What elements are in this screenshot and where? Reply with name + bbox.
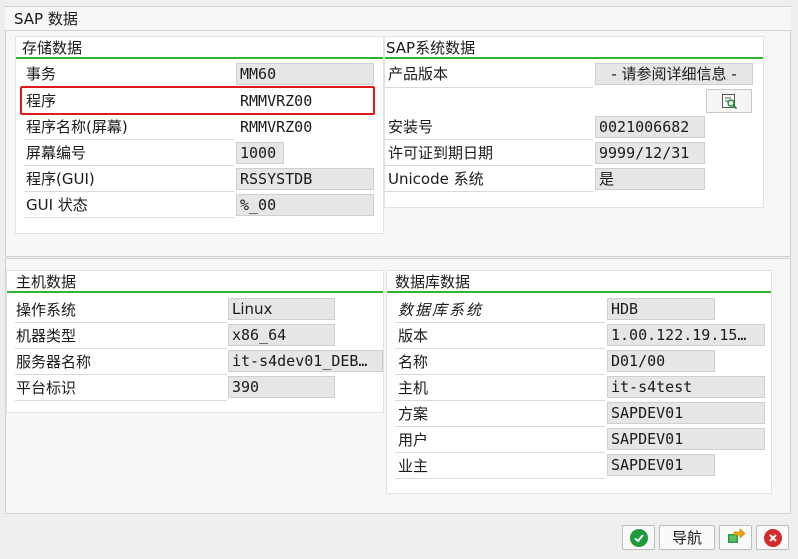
row-divider [15, 374, 227, 375]
installation-number-field[interactable]: 0021006682 [595, 116, 705, 138]
row-divider [395, 400, 605, 401]
cancel-button[interactable] [756, 525, 789, 550]
row-divider [395, 478, 605, 479]
server-name-label: 服务器名称 [16, 353, 92, 371]
transaction-label: 事务 [26, 65, 57, 83]
db-version-label: 版本 [398, 327, 429, 345]
row-divider [395, 426, 605, 427]
navigate-button-label: 导航 [671, 529, 702, 547]
program-gui-label: 程序(GUI) [26, 170, 95, 188]
gui-status-label: GUI 状态 [26, 196, 88, 214]
window-title: SAP 数据 [5, 7, 791, 31]
db-user-label: 用户 [398, 431, 429, 449]
row-divider [24, 191, 234, 192]
product-version-field[interactable]: - 请参阅详细信息 - [595, 63, 753, 85]
transfer-button[interactable] [719, 525, 752, 550]
program-row-highlight [20, 86, 375, 115]
transaction-field[interactable]: MM60 [236, 63, 374, 85]
os-label: 操作系统 [16, 301, 77, 319]
navigate-button[interactable]: 导航 [659, 525, 715, 550]
db-owner-field[interactable]: SAPDEV01 [607, 454, 715, 476]
product-version-label: 产品版本 [388, 65, 449, 83]
db-host-field[interactable]: it-s4test [607, 376, 765, 398]
machine-type-field[interactable]: x86_64 [228, 324, 335, 346]
row-divider [24, 217, 234, 218]
platform-id-label: 平台标识 [16, 379, 77, 397]
machine-type-label: 机器类型 [16, 327, 77, 345]
database-data-title: 数据库数据 [387, 271, 771, 293]
db-schema-label: 方案 [398, 405, 429, 423]
row-divider [15, 348, 227, 349]
platform-id-field[interactable]: 390 [228, 376, 335, 398]
row-divider [395, 322, 605, 323]
row-divider [395, 348, 605, 349]
program-gui-field[interactable]: RSSYSTDB [236, 168, 374, 190]
row-divider [395, 374, 605, 375]
db-system-label: 数据库系统 [398, 301, 484, 319]
storage-data-group: 存储数据 事务 MM60 程序 RMMVRZ00 程序名称(屏幕) RMMVRZ… [15, 36, 384, 234]
transfer-icon [726, 527, 746, 549]
confirm-button[interactable] [622, 525, 655, 550]
db-host-label: 主机 [398, 379, 429, 397]
license-expiry-label: 许可证到期日期 [388, 144, 494, 162]
unicode-system-field[interactable]: 是 [595, 168, 705, 190]
product-version-details-button[interactable] [706, 89, 752, 113]
db-user-field[interactable]: SAPDEV01 [607, 428, 765, 450]
row-divider [385, 165, 593, 166]
license-expiry-field[interactable]: 9999/12/31 [595, 142, 705, 164]
gui-status-field[interactable]: %_00 [236, 194, 374, 216]
row-divider [15, 400, 227, 401]
program-name-screen-label: 程序名称(屏幕) [26, 118, 128, 136]
cancel-icon [763, 528, 782, 547]
sap-system-data-title: SAP系统数据 [385, 37, 763, 59]
host-data-title: 主机数据 [7, 271, 383, 293]
os-field[interactable]: Linux [228, 298, 335, 320]
db-system-field[interactable]: HDB [607, 298, 715, 320]
db-owner-label: 业主 [398, 457, 429, 475]
row-divider [395, 452, 605, 453]
program-name-screen-field[interactable]: RMMVRZ00 [236, 116, 374, 138]
screen-number-label: 屏幕编号 [26, 144, 87, 162]
row-divider [24, 165, 234, 166]
db-name-field[interactable]: D01/00 [607, 350, 715, 372]
database-data-group: 数据库数据 数据库系统 HDB 版本 1.00.122.19.15… 名称 D0… [386, 270, 772, 494]
check-icon [629, 528, 648, 547]
row-divider [15, 322, 227, 323]
db-name-label: 名称 [398, 353, 429, 371]
host-data-group: 主机数据 操作系统 Linux 机器类型 x86_64 服务器名称 it-s4d… [6, 270, 384, 413]
row-divider [385, 87, 593, 88]
db-version-field[interactable]: 1.00.122.19.15… [607, 324, 765, 346]
row-divider [385, 139, 593, 140]
row-divider [385, 191, 593, 192]
screen-number-field[interactable]: 1000 [236, 142, 284, 164]
row-divider [24, 139, 234, 140]
db-schema-field[interactable]: SAPDEV01 [607, 402, 765, 424]
unicode-system-label: Unicode 系统 [388, 170, 484, 188]
installation-number-label: 安装号 [388, 118, 434, 136]
server-name-field[interactable]: it-s4dev01_DEB… [228, 350, 383, 372]
storage-data-title: 存储数据 [16, 37, 383, 59]
details-icon [721, 93, 738, 114]
sap-system-data-group: SAP系统数据 产品版本 - 请参阅详细信息 - 安装号 0021006682 … [384, 36, 764, 208]
